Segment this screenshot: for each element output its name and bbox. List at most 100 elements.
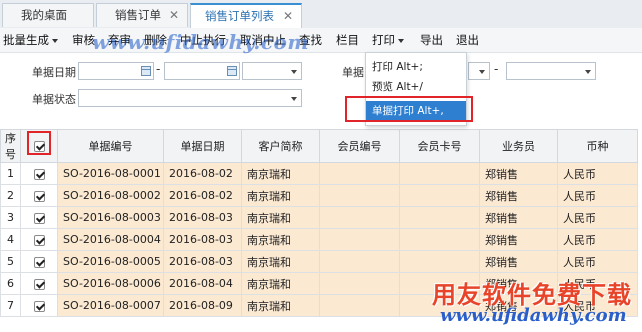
row-select-cell[interactable] bbox=[20, 228, 58, 251]
menu-item-preview[interactable]: 预览 Alt+/ bbox=[366, 77, 466, 97]
currency-cell: 人民币 bbox=[557, 184, 638, 207]
tab-sales-order-list[interactable]: 销售订单列表 ✕ bbox=[190, 3, 302, 28]
doc-field-label: 单据 bbox=[342, 66, 364, 79]
header-currency[interactable]: 币种 bbox=[557, 129, 638, 163]
doc-range-start-select[interactable] bbox=[468, 62, 490, 80]
row-seq-cell: 2 bbox=[0, 184, 21, 207]
print-button[interactable]: 打印 bbox=[372, 28, 404, 52]
row-select-cell[interactable] bbox=[20, 294, 58, 317]
row-checkbox[interactable] bbox=[33, 168, 45, 180]
doc-status-label: 单据状态 bbox=[32, 93, 76, 106]
row-checkbox[interactable] bbox=[33, 190, 45, 202]
menu-item-document-print[interactable]: 单据打印 Alt+, bbox=[366, 101, 466, 121]
customer-cell: 南京瑞和 bbox=[241, 162, 320, 185]
doc-range-end-select[interactable] bbox=[506, 62, 596, 80]
row-checkbox[interactable] bbox=[33, 234, 45, 246]
customer-cell: 南京瑞和 bbox=[241, 272, 320, 295]
print-label: 打印 bbox=[372, 33, 395, 47]
row-select-cell[interactable] bbox=[20, 272, 58, 295]
find-button[interactable]: 查找 bbox=[299, 28, 322, 52]
range-dash: - bbox=[156, 62, 161, 76]
header-seq: 序号 bbox=[0, 129, 21, 163]
table-row[interactable]: 5 SO-2016-08-0005 2016-08-03 南京瑞和 郑销售 人民币 bbox=[0, 250, 638, 273]
close-icon[interactable]: ✕ bbox=[169, 4, 179, 26]
card-no-cell bbox=[399, 206, 480, 229]
audit-button[interactable]: 审核 bbox=[72, 28, 95, 52]
salesman-cell: 郑销售 bbox=[479, 184, 558, 207]
batch-generate-button[interactable]: 批量生成 bbox=[3, 28, 58, 52]
doc-code-cell: SO-2016-08-0004 bbox=[57, 228, 164, 251]
header-member-no[interactable]: 会员编号 bbox=[319, 129, 400, 163]
row-seq-cell: 6 bbox=[0, 272, 21, 295]
tab-my-desktop[interactable]: 我的桌面 bbox=[2, 3, 94, 27]
toolbar: 批量生成 审核 弃审 删除 中止执行 取消中止 查找 栏目 打印 导出 退出 bbox=[0, 28, 642, 53]
header-card-no[interactable]: 会员卡号 bbox=[399, 129, 480, 163]
abandon-audit-button[interactable]: 弃审 bbox=[108, 28, 131, 52]
row-checkbox[interactable] bbox=[33, 212, 45, 224]
export-button[interactable]: 导出 bbox=[420, 28, 443, 52]
chevron-down-icon bbox=[398, 38, 404, 43]
tab-bar: 我的桌面 销售订单 ✕ 销售订单列表 ✕ bbox=[0, 0, 642, 29]
menu-item-print[interactable]: 打印 Alt+; bbox=[366, 57, 466, 77]
doc-date-start-field[interactable] bbox=[78, 62, 154, 80]
member-no-cell bbox=[319, 184, 400, 207]
header-customer[interactable]: 客户简称 bbox=[241, 129, 320, 163]
table-row[interactable]: 4 SO-2016-08-0004 2016-08-03 南京瑞和 郑销售 人民币 bbox=[0, 228, 638, 251]
card-no-cell bbox=[399, 250, 480, 273]
row-checkbox[interactable] bbox=[33, 256, 45, 268]
member-no-cell bbox=[319, 250, 400, 273]
customer-cell: 南京瑞和 bbox=[241, 184, 320, 207]
salesman-cell: 郑销售 bbox=[479, 228, 558, 251]
row-checkbox[interactable] bbox=[33, 300, 45, 312]
customer-cell: 南京瑞和 bbox=[241, 250, 320, 273]
doc-date-cell: 2016-08-03 bbox=[163, 250, 242, 273]
calendar-icon[interactable] bbox=[141, 66, 151, 76]
customer-cell: 南京瑞和 bbox=[241, 228, 320, 251]
close-icon[interactable]: ✕ bbox=[283, 5, 293, 27]
table-row[interactable]: 3 SO-2016-08-0003 2016-08-03 南京瑞和 郑销售 人民币 bbox=[0, 206, 638, 229]
currency-cell: 人民币 bbox=[557, 206, 638, 229]
tab-sales-order[interactable]: 销售订单 ✕ bbox=[96, 3, 188, 27]
currency-cell: 人民币 bbox=[557, 250, 638, 273]
select-all-checkbox[interactable] bbox=[33, 141, 45, 152]
row-select-cell[interactable] bbox=[20, 206, 58, 229]
row-select-cell[interactable] bbox=[20, 162, 58, 185]
table-row[interactable]: 2 SO-2016-08-0002 2016-08-02 南京瑞和 郑销售 人民币 bbox=[0, 184, 638, 207]
chevron-down-icon bbox=[291, 97, 297, 101]
row-select-cell[interactable] bbox=[20, 250, 58, 273]
salesman-cell: 郑销售 bbox=[479, 162, 558, 185]
doc-code-cell: SO-2016-08-0007 bbox=[57, 294, 164, 317]
customer-cell: 南京瑞和 bbox=[241, 206, 320, 229]
exit-button[interactable]: 退出 bbox=[456, 28, 479, 52]
card-no-cell bbox=[399, 184, 480, 207]
doc-date-cell: 2016-08-04 bbox=[163, 272, 242, 295]
card-no-cell bbox=[399, 162, 480, 185]
doc-code-cell: SO-2016-08-0005 bbox=[57, 250, 164, 273]
row-checkbox[interactable] bbox=[33, 278, 45, 290]
stop-execution-button[interactable]: 中止执行 bbox=[180, 28, 226, 52]
table-row[interactable]: 1 SO-2016-08-0001 2016-08-02 南京瑞和 郑销售 人民币 bbox=[0, 162, 638, 185]
tab-label: 销售订单列表 bbox=[205, 9, 274, 23]
member-no-cell bbox=[319, 162, 400, 185]
header-select-all[interactable] bbox=[20, 129, 58, 163]
doc-date-select[interactable] bbox=[242, 62, 302, 80]
doc-status-select[interactable] bbox=[78, 89, 302, 107]
columns-button[interactable]: 栏目 bbox=[336, 28, 359, 52]
doc-date-end-field[interactable] bbox=[164, 62, 240, 80]
chevron-down-icon bbox=[479, 70, 485, 74]
delete-button[interactable]: 删除 bbox=[144, 28, 167, 52]
calendar-icon[interactable] bbox=[227, 66, 237, 76]
brand-url-watermark: www.ufidawhy.com bbox=[440, 305, 627, 326]
row-seq-cell: 7 bbox=[0, 294, 21, 317]
member-no-cell bbox=[319, 206, 400, 229]
cancel-stop-button[interactable]: 取消中止 bbox=[240, 28, 286, 52]
row-select-cell[interactable] bbox=[20, 184, 58, 207]
salesman-cell: 郑销售 bbox=[479, 250, 558, 273]
row-seq-cell: 5 bbox=[0, 250, 21, 273]
header-doc-code[interactable]: 单据编号 bbox=[57, 129, 164, 163]
header-doc-date[interactable]: 单据日期 bbox=[163, 129, 242, 163]
currency-cell: 人民币 bbox=[557, 162, 638, 185]
tab-label: 我的桌面 bbox=[21, 8, 67, 22]
range-dash: - bbox=[494, 62, 499, 76]
header-salesman[interactable]: 业务员 bbox=[479, 129, 558, 163]
